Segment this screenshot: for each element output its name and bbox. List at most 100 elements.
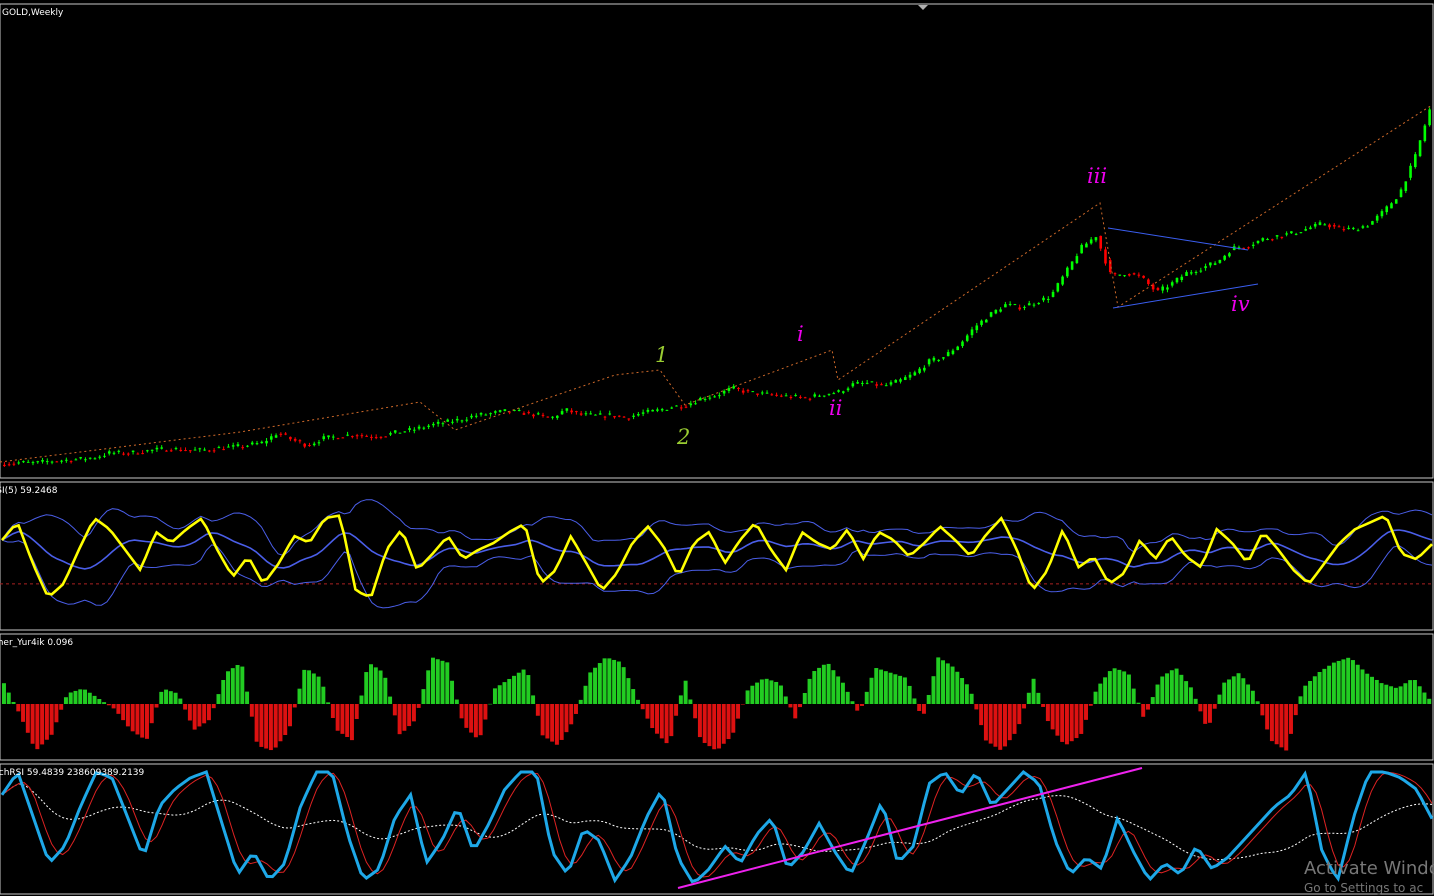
candle-body xyxy=(1428,109,1431,126)
candle-body xyxy=(684,406,688,408)
candle-body xyxy=(112,452,116,454)
fisher-bar xyxy=(602,658,607,704)
candle-body xyxy=(312,443,316,446)
price-pane[interactable] xyxy=(0,3,1434,479)
fisher-bar xyxy=(140,704,145,738)
candle-body xyxy=(1137,274,1141,276)
candle-body xyxy=(12,463,16,465)
fisher-bar xyxy=(488,703,493,705)
candle-body xyxy=(403,431,407,433)
fisher-bar xyxy=(979,704,984,726)
candle-body xyxy=(1251,244,1255,246)
fisher-bar xyxy=(831,670,836,704)
fisher-bar xyxy=(755,682,760,704)
fisher-bar xyxy=(44,704,49,740)
wave-label-iv: iv xyxy=(1231,292,1250,316)
candle-body xyxy=(236,444,240,447)
wave-zigzag-line xyxy=(0,104,1433,463)
stoch-pane[interactable] xyxy=(0,763,1434,895)
candle-body xyxy=(880,384,883,386)
candle-body xyxy=(565,408,569,411)
fisher-bar xyxy=(1279,704,1284,748)
fisher-bar xyxy=(2,683,6,704)
candle-body xyxy=(45,461,49,463)
fisher-bar xyxy=(454,699,459,704)
candle-body xyxy=(1271,239,1274,241)
fisher-bar xyxy=(1069,704,1074,742)
fisher-bar xyxy=(945,663,950,704)
rsi-pane[interactable] xyxy=(0,481,1434,631)
fisher-bar xyxy=(450,680,455,704)
fisher-bar xyxy=(545,704,550,739)
candle-body xyxy=(675,405,678,407)
shift-marker-icon[interactable] xyxy=(918,5,928,10)
fisher-bar xyxy=(564,704,569,733)
fisher-bar xyxy=(1031,678,1036,704)
candle-body xyxy=(1304,229,1307,231)
candle-body xyxy=(379,436,383,438)
fisher-bar xyxy=(554,704,559,745)
fisher-bar xyxy=(802,692,807,704)
candle-body xyxy=(1218,259,1222,263)
fisher-bar xyxy=(1150,697,1155,704)
candle-body xyxy=(1080,244,1083,254)
candle-body xyxy=(227,446,230,448)
fisher-bar xyxy=(111,704,116,709)
fisher-bar xyxy=(364,672,369,704)
fisher-bar xyxy=(855,704,860,711)
fisher-bar xyxy=(149,704,154,724)
fisher-bar xyxy=(202,704,207,724)
fisher-bar xyxy=(883,671,888,704)
fisher-bar xyxy=(235,665,240,704)
fisher-bar xyxy=(1193,698,1198,704)
fisher-bar xyxy=(345,704,350,737)
fisher-bar xyxy=(507,678,512,704)
candle-body xyxy=(660,409,664,411)
candle-body xyxy=(98,456,102,458)
stoch-signal-line xyxy=(1,771,1433,878)
fisher-bar xyxy=(383,677,388,704)
candle-body xyxy=(74,459,78,461)
fisher-bar xyxy=(1136,702,1141,704)
candle-body xyxy=(231,445,235,447)
candle-body xyxy=(956,346,960,351)
fisher-bar xyxy=(759,679,764,704)
candle-body xyxy=(584,413,588,415)
fisher-bar xyxy=(1284,704,1289,751)
fisher-bar xyxy=(407,704,412,727)
fisher-bar xyxy=(6,692,11,704)
fisher-bar xyxy=(1389,686,1394,704)
fisher-bar xyxy=(264,704,269,749)
candle-body xyxy=(1128,274,1131,276)
fisher-bar xyxy=(1146,704,1150,710)
fisher-bar xyxy=(688,699,693,704)
candle-body xyxy=(1394,199,1398,204)
candle-body xyxy=(1075,256,1079,264)
candle-body xyxy=(7,464,11,466)
candle-body xyxy=(308,445,311,447)
candle-body xyxy=(1166,287,1169,290)
candle-body xyxy=(1113,273,1117,275)
candle-body xyxy=(923,367,926,371)
candle-body xyxy=(3,464,6,467)
candle-body xyxy=(289,436,292,440)
candle-body xyxy=(1342,229,1346,231)
fisher-bar xyxy=(259,704,264,747)
fisher-bar xyxy=(145,704,149,739)
candle-body xyxy=(889,382,893,385)
fisher-bar xyxy=(1417,686,1422,704)
candle-body xyxy=(694,403,697,405)
fisher-bar xyxy=(879,669,884,704)
fisher-bar xyxy=(750,685,755,704)
fisher-bar xyxy=(1184,681,1189,704)
candle-body xyxy=(813,394,817,397)
candle-body xyxy=(417,426,421,429)
candle-body xyxy=(1261,238,1265,241)
candle-body xyxy=(851,383,855,387)
candle-body xyxy=(1247,247,1250,249)
stoch-slow-line xyxy=(1,783,1433,861)
candle-body xyxy=(856,382,859,384)
candle-body xyxy=(822,395,826,397)
candle-body xyxy=(270,436,273,440)
fisher-bar xyxy=(521,669,526,704)
